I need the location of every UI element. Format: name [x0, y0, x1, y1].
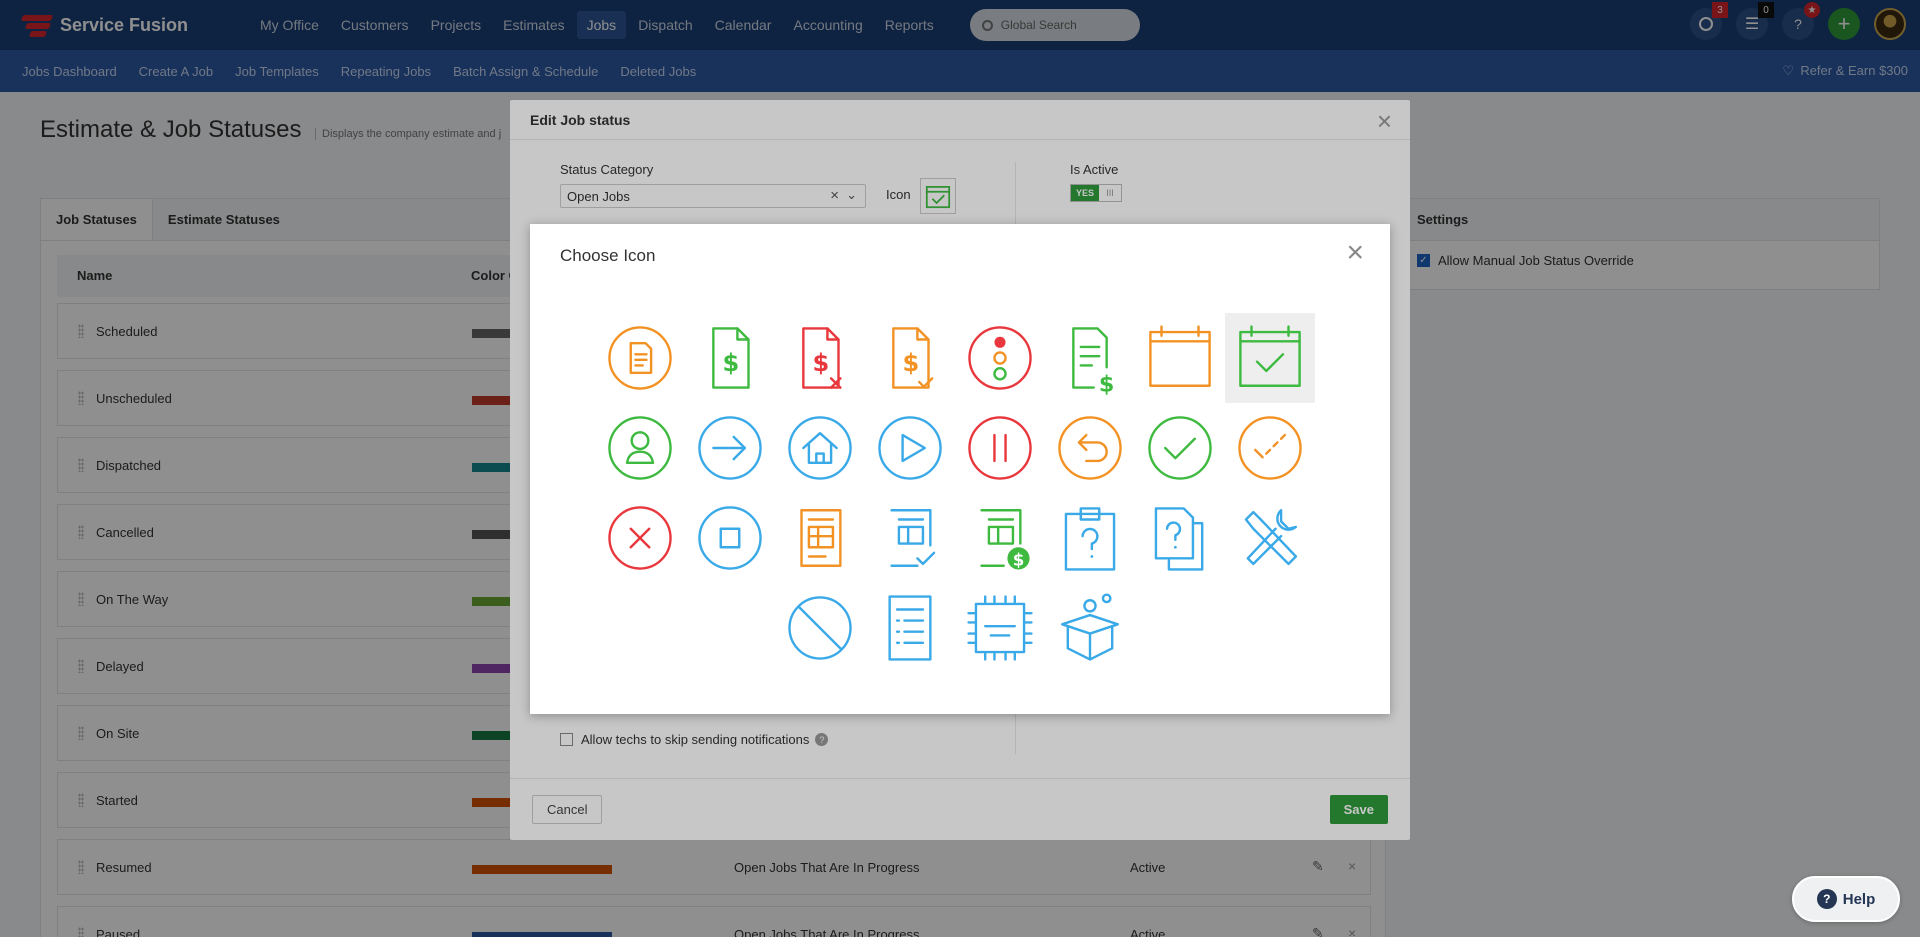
invoice-cancel-icon: $: [802, 327, 842, 389]
invoice-dollar-icon: $: [712, 327, 750, 389]
stop-icon[interactable]: [685, 493, 775, 583]
chip-icon[interactable]: [955, 583, 1045, 673]
clipboard-question-icon: [1064, 507, 1116, 571]
calendar-check-icon: [1239, 325, 1301, 387]
home-icon[interactable]: [775, 403, 865, 493]
traffic-light-icon: [968, 326, 1032, 390]
cancel-circle-icon: [608, 506, 672, 570]
clipboard-question-icon[interactable]: [1045, 493, 1135, 583]
invoice-check-icon: $: [892, 327, 934, 389]
box-gear-icon[interactable]: [1045, 583, 1135, 673]
help-icon: ?: [1816, 889, 1837, 909]
choose-icon-title: Choose Icon: [560, 246, 656, 265]
list-dollar-icon[interactable]: $: [1045, 313, 1135, 403]
invoice-cancel-icon[interactable]: $: [775, 313, 865, 403]
arrow-right-icon: [698, 416, 762, 480]
form-dollar-icon: $: [980, 509, 1030, 570]
pause-icon: [968, 416, 1032, 480]
calendar-icon[interactable]: [1135, 313, 1225, 403]
svg-text:$: $: [723, 349, 740, 377]
check-circle-icon: [1148, 416, 1212, 480]
form-check-icon[interactable]: [865, 493, 955, 583]
docs-question-icon[interactable]: [1135, 493, 1225, 583]
check-dashed-icon: [1238, 416, 1302, 480]
tools-icon: [1244, 509, 1298, 566]
check-dashed-icon[interactable]: [1225, 403, 1315, 493]
invoice-dollar-icon[interactable]: $: [685, 313, 775, 403]
form-icon: [800, 509, 842, 567]
cancel-circle-icon[interactable]: [595, 493, 685, 583]
document-icon: [608, 326, 672, 390]
svg-text:$: $: [813, 349, 830, 377]
traffic-light-icon[interactable]: [955, 313, 1045, 403]
svg-text:$: $: [1013, 551, 1025, 570]
play-icon: [878, 416, 942, 480]
svg-text:$: $: [1099, 371, 1114, 395]
calendar-check-icon[interactable]: [1225, 313, 1315, 403]
play-icon[interactable]: [865, 403, 955, 493]
undo-icon: [1058, 416, 1122, 480]
arrow-right-icon[interactable]: [685, 403, 775, 493]
document-icon[interactable]: [595, 313, 685, 403]
box-gear-icon: [1061, 593, 1119, 661]
list-document-icon[interactable]: [865, 583, 955, 673]
tools-icon[interactable]: [1225, 493, 1315, 583]
help-button[interactable]: ? Help: [1792, 876, 1900, 922]
docs-question-icon: [1154, 507, 1204, 571]
user-icon[interactable]: [595, 403, 685, 493]
choose-icon-modal: Choose Icon × $ $ $ $ $: [530, 224, 1390, 714]
form-dollar-icon[interactable]: $: [955, 493, 1045, 583]
help-label: Help: [1842, 890, 1876, 908]
blocked-icon: [788, 596, 852, 660]
close-icon[interactable]: ×: [1346, 236, 1364, 270]
home-icon: [788, 416, 852, 480]
list-dollar-icon: $: [1072, 327, 1114, 395]
pause-icon[interactable]: [955, 403, 1045, 493]
invoice-check-icon[interactable]: $: [865, 313, 955, 403]
blocked-icon[interactable]: [775, 583, 865, 673]
calendar-icon: [1149, 325, 1211, 387]
stop-icon: [698, 506, 762, 570]
form-icon[interactable]: [775, 493, 865, 583]
chip-icon: [967, 595, 1033, 661]
user-icon: [608, 416, 672, 480]
svg-text:$: $: [903, 349, 920, 377]
form-check-icon: [890, 509, 936, 567]
undo-icon[interactable]: [1045, 403, 1135, 493]
list-document-icon: [888, 595, 932, 661]
check-circle-icon[interactable]: [1135, 403, 1225, 493]
